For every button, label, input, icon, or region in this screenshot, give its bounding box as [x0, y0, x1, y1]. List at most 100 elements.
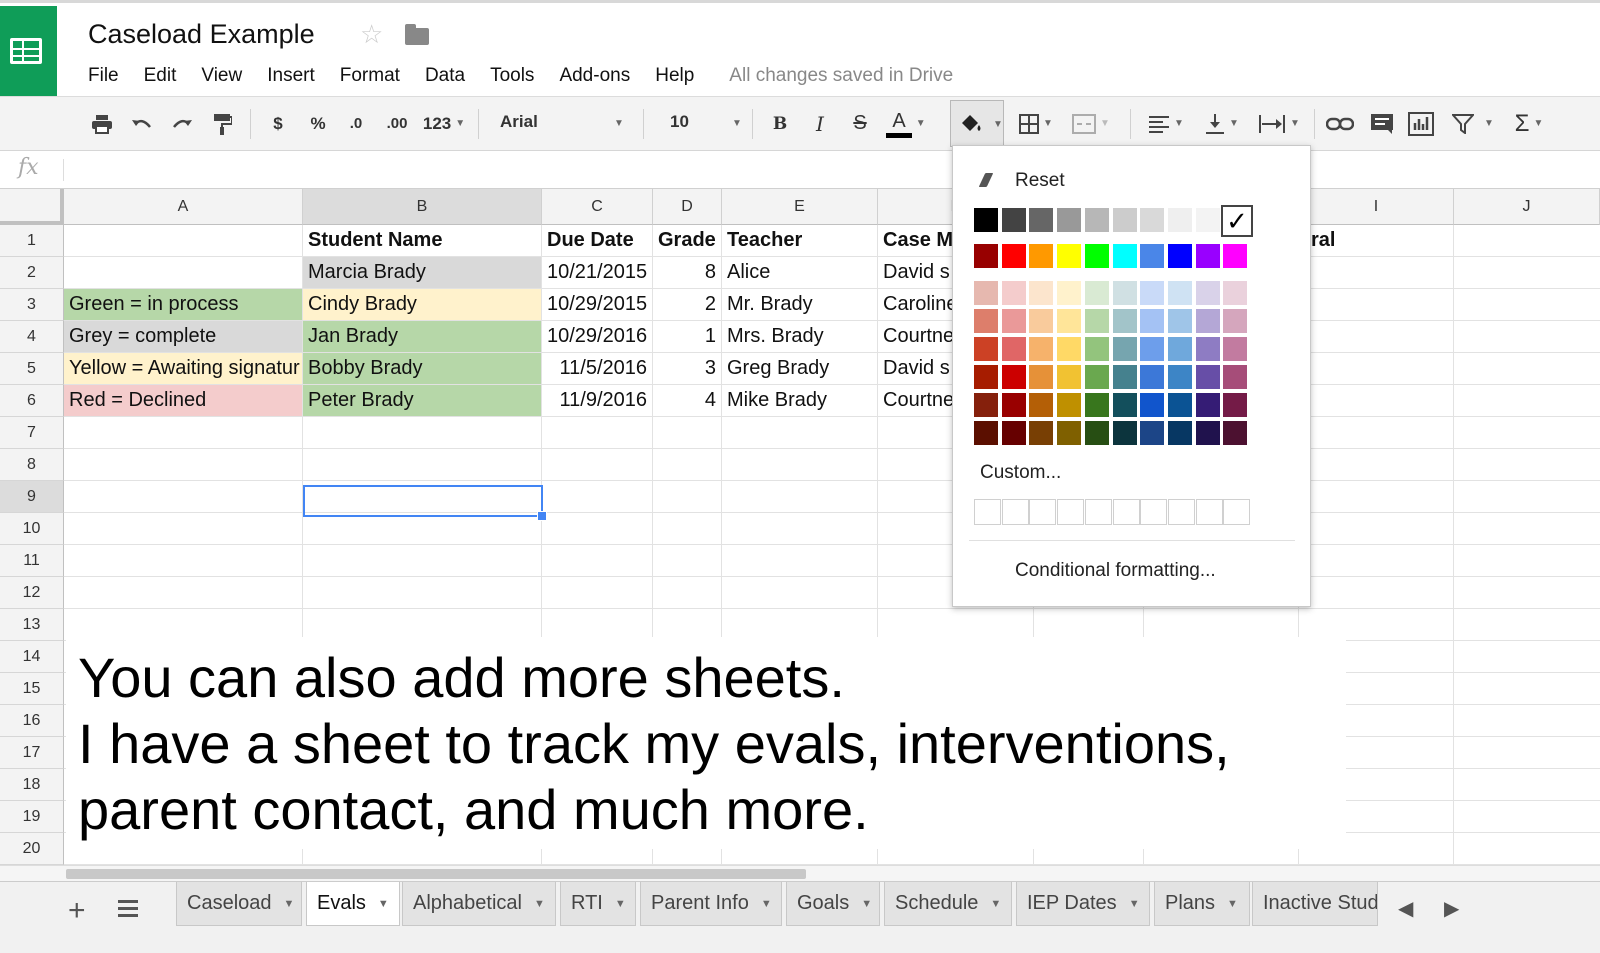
shade-swatch[interactable]	[1001, 393, 1026, 417]
more-formats-button[interactable]: 123 ▼	[420, 97, 468, 150]
shade-swatch[interactable]	[1084, 281, 1109, 305]
custom-color-slot[interactable]	[1029, 499, 1057, 525]
formula-input[interactable]	[72, 159, 942, 181]
menu-file[interactable]: File	[88, 65, 119, 87]
cell-f5[interactable]: David s	[878, 353, 958, 385]
shade-swatch[interactable]	[1084, 309, 1109, 333]
shade-swatch[interactable]	[1195, 309, 1220, 333]
menu-insert[interactable]: Insert	[267, 65, 315, 87]
shade-swatch[interactable]	[1001, 421, 1026, 445]
merge-cells-button[interactable]: ▼	[1066, 97, 1116, 150]
font-family-select[interactable]: Arial	[500, 112, 538, 132]
cell-a5[interactable]: Yellow = Awaiting signatur	[64, 353, 303, 385]
column-header-a[interactable]: A	[64, 189, 303, 225]
cell-a4[interactable]: Grey = complete	[64, 321, 303, 353]
row-header-6[interactable]: 6	[0, 385, 64, 417]
cell-f1[interactable]: Case M	[878, 225, 958, 257]
shade-swatch[interactable]	[974, 365, 998, 389]
shade-swatch[interactable]	[1167, 421, 1192, 445]
row-header-15[interactable]: 15	[0, 673, 64, 705]
menu-tools[interactable]: Tools	[490, 65, 534, 87]
shade-swatch[interactable]	[1195, 393, 1220, 417]
cell-f4[interactable]: Courtne	[878, 321, 958, 353]
bright-swatch[interactable]	[974, 244, 998, 268]
cell-d5[interactable]: 3	[653, 353, 722, 385]
shade-swatch[interactable]	[1195, 365, 1220, 389]
column-header-e[interactable]: E	[722, 189, 878, 225]
conditional-formatting-option[interactable]: Conditional formatting...	[1015, 560, 1216, 582]
shade-swatch[interactable]	[1223, 421, 1248, 445]
row-header-7[interactable]: 7	[0, 417, 64, 449]
custom-color-option[interactable]: Custom...	[980, 462, 1061, 484]
custom-color-slot[interactable]	[1001, 499, 1029, 525]
shade-swatch[interactable]	[974, 309, 998, 333]
borders-button[interactable]: ▼	[1012, 97, 1060, 150]
currency-format-button[interactable]: $	[266, 97, 290, 150]
bright-swatch[interactable]	[1140, 244, 1165, 268]
sheet-tab[interactable]: Evals ▼	[306, 882, 400, 926]
shade-swatch[interactable]	[1167, 393, 1192, 417]
chevron-down-icon[interactable]: ▼	[990, 898, 1001, 910]
horizontal-scrollbar[interactable]	[0, 865, 1600, 881]
gray-swatch[interactable]	[1195, 208, 1220, 232]
custom-color-slot[interactable]	[1195, 499, 1223, 525]
column-header-j[interactable]: J	[1454, 189, 1600, 225]
row-header-17[interactable]: 17	[0, 737, 64, 769]
scroll-tabs-left-icon[interactable]: ◀	[1398, 896, 1413, 921]
cell-c4[interactable]: 10/29/2016	[542, 321, 653, 353]
cell-f6[interactable]: Courtne	[878, 385, 958, 417]
sheet-tab[interactable]: Caseload ▼	[176, 882, 302, 926]
shade-swatch[interactable]	[1112, 421, 1137, 445]
shade-swatch[interactable]	[1001, 281, 1026, 305]
chevron-down-icon[interactable]: ▼	[728, 97, 742, 150]
custom-color-slot[interactable]	[1140, 499, 1168, 525]
italic-button[interactable]: I	[808, 97, 832, 150]
shade-swatch[interactable]	[1223, 393, 1248, 417]
row-header-11[interactable]: 11	[0, 545, 64, 577]
cell-c1[interactable]: Due Date	[542, 225, 653, 257]
redo-icon[interactable]	[168, 97, 196, 150]
menu-format[interactable]: Format	[340, 65, 400, 87]
selected-color-swatch[interactable]: ✓	[1221, 205, 1253, 237]
select-all-corner[interactable]	[0, 189, 64, 225]
custom-color-slot[interactable]	[974, 499, 1001, 525]
shade-swatch[interactable]	[1140, 309, 1165, 333]
cell-c2[interactable]: 10/21/2015	[542, 257, 653, 289]
cell-a6[interactable]: Red = Declined	[64, 385, 303, 417]
scrollbar-thumb[interactable]	[66, 869, 806, 879]
shade-swatch[interactable]	[1167, 309, 1192, 333]
row-header-10[interactable]: 10	[0, 513, 64, 545]
insert-link-icon[interactable]	[1324, 97, 1356, 150]
scroll-tabs-right-icon[interactable]: ▶	[1444, 896, 1459, 921]
text-wrapping-button[interactable]: ▼	[1254, 97, 1304, 150]
sheets-logo-icon[interactable]	[0, 6, 57, 99]
gray-swatch[interactable]	[1084, 208, 1109, 232]
row-header-5[interactable]: 5	[0, 353, 64, 385]
shade-swatch[interactable]	[1167, 365, 1192, 389]
chevron-down-icon[interactable]: ▼	[378, 898, 389, 910]
shade-swatch[interactable]	[1112, 393, 1137, 417]
cell-c3[interactable]: 10/29/2015	[542, 289, 653, 321]
insert-comment-icon[interactable]	[1366, 97, 1398, 150]
functions-button[interactable]: Σ ▼	[1506, 97, 1552, 150]
shade-swatch[interactable]	[1223, 365, 1248, 389]
bright-swatch[interactable]	[1001, 244, 1026, 268]
row-header-16[interactable]: 16	[0, 705, 64, 737]
undo-icon[interactable]	[128, 97, 156, 150]
sheet-tab[interactable]: Plans ▼	[1154, 882, 1250, 926]
column-header-i[interactable]: I	[1299, 189, 1454, 225]
menu-view[interactable]: View	[201, 65, 242, 87]
cell-b2[interactable]: Marcia Brady	[303, 257, 542, 289]
shade-swatch[interactable]	[1001, 365, 1026, 389]
shade-swatch[interactable]	[1057, 421, 1082, 445]
save-status[interactable]: All changes saved in Drive	[729, 65, 953, 87]
row-header-1[interactable]: 1	[0, 225, 64, 257]
cell-e4[interactable]: Mrs. Brady	[722, 321, 878, 353]
custom-color-slot[interactable]	[1057, 499, 1085, 525]
cell-b5[interactable]: Bobby Brady	[303, 353, 542, 385]
chevron-down-icon[interactable]: ▼	[610, 97, 624, 150]
reset-fill-option[interactable]: Reset	[979, 170, 1065, 192]
shade-swatch[interactable]	[1084, 421, 1109, 445]
sheet-tab[interactable]: Inactive Stud	[1252, 882, 1378, 926]
custom-color-slot[interactable]	[1084, 499, 1112, 525]
